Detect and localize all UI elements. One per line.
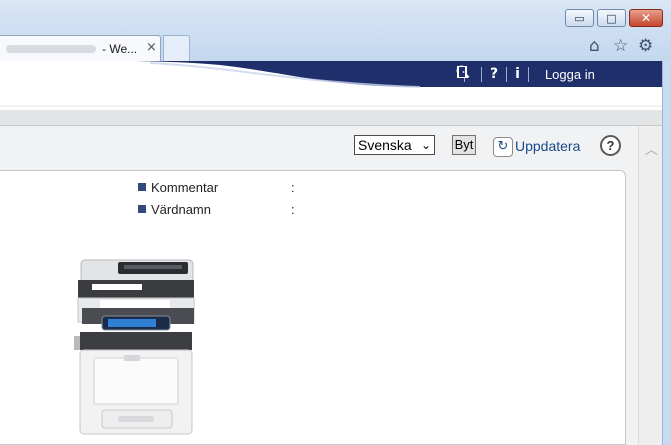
language-select[interactable]: Svenska ⌄ <box>354 135 435 155</box>
chevron-down-icon: ⌄ <box>420 138 431 152</box>
refresh-link[interactable]: Uppdatera <box>515 138 580 154</box>
home-icon[interactable]: ⌂ <box>589 38 600 55</box>
header-toolbar: ? i Logga in <box>456 65 595 83</box>
minimize-button[interactable]: ▭ <box>565 9 594 27</box>
info-label: Kommentar <box>151 179 219 195</box>
vertical-scrollbar[interactable]: ︿ <box>638 126 662 445</box>
login-link[interactable]: Logga in <box>545 67 595 82</box>
info-separator: : <box>291 201 295 217</box>
header-strip <box>0 110 662 125</box>
new-tab-button[interactable] <box>163 35 190 61</box>
info-separator: : <box>291 179 295 195</box>
page-header: ? i Logga in <box>0 61 662 113</box>
refresh-icon[interactable]: ↻ <box>493 137 513 157</box>
blurred-tab-text <box>6 45 96 53</box>
bullet-icon <box>138 183 146 191</box>
language-selected-value: Svenska <box>358 137 412 153</box>
change-language-button[interactable]: Byt <box>452 135 476 155</box>
info-icon[interactable]: i <box>515 67 520 81</box>
divider <box>506 66 508 82</box>
tab-title: - We... <box>102 42 138 56</box>
close-window-button[interactable]: ✕ <box>629 9 663 27</box>
star-icon[interactable]: ☆ <box>613 38 628 55</box>
gear-icon[interactable]: ⚙ <box>638 38 653 55</box>
help-button[interactable]: ? <box>600 135 621 156</box>
scroll-up-icon[interactable]: ︿ <box>645 139 658 158</box>
browser-tab[interactable]: - We... × <box>0 35 161 61</box>
divider <box>527 66 529 82</box>
info-row-hostname: Värdnamn : <box>138 201 295 217</box>
maximize-icon: □ <box>606 11 617 25</box>
minimize-icon: ▭ <box>574 11 585 25</box>
info-row-comment: Kommentar : <box>138 179 295 195</box>
printer-image <box>74 259 195 435</box>
info-label: Värdnamn <box>151 201 211 217</box>
help-icon[interactable]: ? <box>490 67 498 81</box>
bullet-icon <box>138 205 146 213</box>
divider <box>481 66 482 82</box>
tab-close-icon[interactable]: × <box>146 40 157 55</box>
close-icon: ✕ <box>640 11 652 25</box>
maximize-button[interactable]: □ <box>597 9 626 27</box>
window-frame <box>662 61 671 445</box>
browser-chrome: ▭ □ ✕ - We... × ⌂ ☆ ⚙ <box>0 0 671 62</box>
